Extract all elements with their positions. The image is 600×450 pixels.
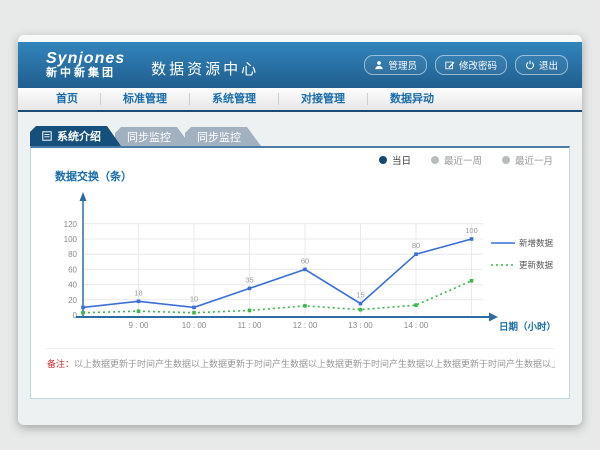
- tab-label: 同步监控: [127, 129, 171, 145]
- svg-text:新增数据: 新增数据: [519, 238, 554, 248]
- footnote-prefix: 备注：: [47, 359, 74, 369]
- radio-label: 最近一月: [515, 153, 553, 167]
- nav-item-home[interactable]: 首页: [34, 93, 100, 105]
- footnote: 备注：以上数据更新于时间产生数据以上数据更新于时间产生数据以上数据更新于时间产生…: [45, 348, 555, 370]
- nav-item-data-change[interactable]: 数据异动: [367, 93, 456, 105]
- svg-text:100: 100: [465, 226, 478, 235]
- radio-dot: [379, 156, 387, 164]
- svg-text:13 : 00: 13 : 00: [348, 321, 373, 330]
- edit-icon: [445, 60, 455, 70]
- line-chart: 0 20 40 60 80 100 120 9 : 00 10 : 00 11 : 00 12 : …: [41, 183, 559, 344]
- svg-text:80: 80: [412, 241, 420, 250]
- legend-item: 更新数据: [491, 260, 554, 270]
- nav-item-interface-mgmt[interactable]: 对接管理: [278, 93, 367, 105]
- svg-text:更新数据: 更新数据: [519, 260, 554, 270]
- app-window: Synjones 新中新集团 数据资源中心 管理员 修改密码 退出 首页 标准管…: [18, 35, 582, 425]
- svg-text:14 : 00: 14 : 00: [404, 321, 429, 330]
- y-tick-labels: 0 20 40 60 80 100 120: [64, 220, 78, 320]
- radio-last-week[interactable]: 最近一周: [431, 153, 482, 167]
- tab-label: 系统介绍: [57, 128, 101, 144]
- period-filter-group: 当日 最近一周 最近一月: [41, 152, 559, 168]
- svg-text:40: 40: [68, 281, 77, 290]
- tab-sync-monitor-2[interactable]: 同步监控: [185, 127, 261, 146]
- svg-text:100: 100: [64, 235, 78, 244]
- radio-dot: [502, 156, 510, 164]
- content-panel: 当日 最近一周 最近一月 数据交换（条） 0 20 40 60 80 100 120 9 : …: [30, 146, 570, 399]
- y-axis-title: 数据交换（条）: [55, 168, 559, 183]
- svg-text:60: 60: [68, 265, 77, 274]
- radio-label: 最近一周: [444, 153, 482, 167]
- header-actions: 管理员 修改密码 退出: [364, 55, 568, 75]
- user-icon: [374, 60, 384, 70]
- change-password-button[interactable]: 修改密码: [435, 55, 507, 75]
- footnote-text: 以上数据更新于时间产生数据以上数据更新于时间产生数据以上数据更新于时间产生数据以…: [74, 359, 555, 369]
- tab-sync-monitor-1[interactable]: 同步监控: [115, 127, 191, 146]
- svg-text:18: 18: [134, 288, 142, 297]
- svg-text:10 : 00: 10 : 00: [182, 321, 207, 330]
- svg-text:11 : 00: 11 : 00: [238, 321, 262, 330]
- window-top-strip: [18, 35, 582, 42]
- page-title: 数据资源中心: [151, 52, 259, 79]
- svg-text:15: 15: [356, 291, 364, 300]
- svg-text:60: 60: [301, 256, 309, 265]
- svg-text:9 : 00: 9 : 00: [128, 321, 149, 330]
- radio-today[interactable]: 当日: [379, 153, 411, 167]
- admin-button[interactable]: 管理员: [364, 55, 427, 75]
- power-icon: [525, 60, 535, 70]
- svg-text:20: 20: [68, 296, 77, 305]
- series-新增数据: 18 10 35 60 15 80 100: [81, 226, 478, 309]
- main-nav: 首页 标准管理 系统管理 对接管理 数据异动: [18, 88, 582, 112]
- radio-dot: [431, 156, 439, 164]
- svg-text:35: 35: [245, 275, 253, 284]
- svg-text:12 : 00: 12 : 00: [293, 321, 318, 330]
- logout-label: 退出: [539, 58, 558, 72]
- y-axis-arrow: [80, 192, 87, 201]
- document-icon: [42, 131, 52, 141]
- tab-bar: 系统介绍 同步监控 同步监控: [30, 126, 582, 146]
- svg-text:80: 80: [68, 250, 77, 259]
- admin-button-label: 管理员: [388, 58, 417, 72]
- brand-logo: Synjones 新中新集团: [46, 51, 125, 79]
- radio-last-month[interactable]: 最近一月: [502, 153, 553, 167]
- tab-system-intro[interactable]: 系统介绍: [30, 126, 121, 146]
- tab-label: 同步监控: [197, 129, 241, 145]
- legend-item: 新增数据: [491, 238, 554, 248]
- x-tick-labels: 9 : 00 10 : 00 11 : 00 12 : 00 13 : 00 14 : 0…: [128, 321, 428, 330]
- app-header: Synjones 新中新集团 数据资源中心 管理员 修改密码 退出: [18, 42, 582, 88]
- x-axis-title: 日期（小时）: [499, 321, 556, 333]
- svg-text:120: 120: [64, 220, 78, 229]
- page: { "colors": { "header_top": "#3285bd", "…: [0, 0, 600, 450]
- logout-button[interactable]: 退出: [515, 55, 568, 75]
- line-chart-svg: 0 20 40 60 80 100 120 9 : 00 10 : 00 11 : 00 12 : …: [43, 183, 561, 339]
- change-password-label: 修改密码: [459, 58, 497, 72]
- nav-item-system-mgmt[interactable]: 系统管理: [189, 93, 278, 105]
- x-axis-arrow: [489, 313, 498, 322]
- brand-name: Synjones: [46, 51, 125, 68]
- svg-text:10: 10: [190, 294, 198, 303]
- brand-name-cn: 新中新集团: [46, 68, 125, 80]
- radio-label: 当日: [392, 153, 411, 167]
- svg-text:0: 0: [73, 311, 78, 320]
- nav-item-standard-mgmt[interactable]: 标准管理: [100, 93, 189, 105]
